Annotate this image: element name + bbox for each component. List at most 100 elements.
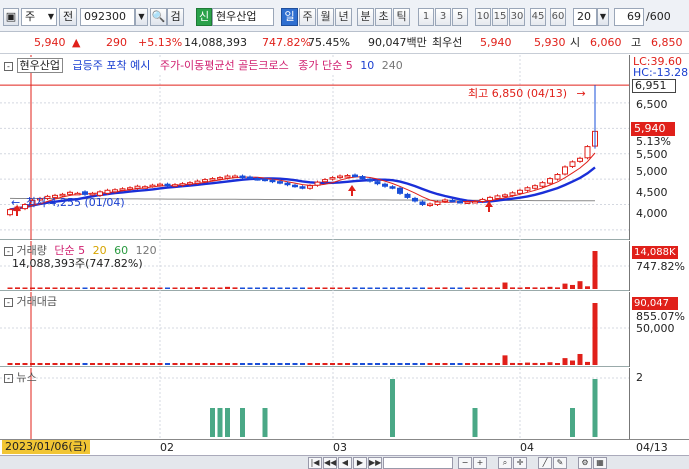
open-price: 6,060: [590, 36, 622, 49]
scroll-next-icon[interactable]: ▶: [353, 457, 367, 469]
amount-bar: [307, 363, 313, 365]
amount-chart[interactable]: [0, 292, 629, 367]
news-collapse-icon[interactable]: -: [4, 374, 13, 383]
candle-body: [217, 177, 223, 180]
volume-bar: [22, 287, 28, 289]
legend-ma-240: 240: [381, 59, 403, 72]
settings-icon[interactable]: ⚙: [578, 457, 592, 469]
candlestick-chart[interactable]: [0, 55, 629, 240]
interval-60[interactable]: 60: [550, 8, 566, 26]
market-type-select[interactable]: 주 ▼: [21, 8, 57, 26]
crosshair-icon[interactable]: ✛: [513, 457, 527, 469]
interval-45[interactable]: 45: [530, 8, 546, 26]
interval-10[interactable]: 10: [475, 8, 491, 26]
interval-input[interactable]: 20: [573, 8, 597, 26]
tab-daily[interactable]: 일: [281, 8, 298, 26]
volume-bar: [172, 287, 178, 289]
candle-body: [322, 179, 328, 183]
amount-bar: [135, 363, 140, 365]
amount-bar: [217, 363, 223, 365]
volume-bar: [487, 287, 493, 289]
volume-bar: [105, 287, 110, 289]
volume-bar: [405, 287, 410, 289]
chart-collapse-icon[interactable]: -: [4, 62, 13, 71]
tab-second[interactable]: 초: [375, 8, 392, 26]
volume-bar: [180, 287, 185, 289]
amount-bar: [270, 363, 275, 365]
interval-15[interactable]: 15: [492, 8, 508, 26]
amount-bar: [412, 363, 418, 365]
amount-collapse-icon[interactable]: -: [4, 298, 13, 307]
candle-body: [314, 181, 321, 186]
news-bar: [570, 408, 575, 437]
news-panel[interactable]: - 뉴스: [0, 368, 629, 439]
prev-button[interactable]: 전: [59, 8, 77, 26]
candle-body: [329, 177, 336, 180]
high-label: 고: [631, 36, 642, 49]
amount-bar: [60, 363, 65, 365]
amount-bar: [375, 363, 380, 365]
amount-panel[interactable]: - 거래대금: [0, 292, 629, 367]
y-tick-4000: 4,000: [636, 207, 668, 220]
chart-scrollbar[interactable]: |◀ ◀◀ ◀ ▶ ▶▶ − + ⌕ ✛ ╱ ✎ ⚙ ▦: [0, 455, 689, 469]
tab-yearly[interactable]: 년: [335, 8, 352, 26]
stock-code-input[interactable]: 092300: [80, 8, 135, 26]
volume-bar: [450, 287, 455, 289]
volume-bar: [292, 287, 298, 289]
new-listing-badge: 신: [196, 8, 212, 26]
volume-bar: [7, 287, 13, 289]
amount-bar: [435, 363, 440, 365]
code-dropdown-icon[interactable]: ▼: [135, 8, 148, 26]
candle-body: [224, 175, 231, 179]
scroll-next-page-icon[interactable]: ▶▶: [368, 457, 382, 469]
interval-30[interactable]: 30: [509, 8, 525, 26]
golden-cross-marker: [348, 185, 356, 196]
draw-tools-icon[interactable]: ✎: [553, 457, 567, 469]
amount-bar: [495, 363, 500, 365]
candle-body: [254, 178, 261, 181]
market-type-value: 주: [25, 10, 36, 23]
candle-body: [547, 178, 553, 184]
chart-menu-icon[interactable]: ▣: [3, 8, 19, 26]
scroll-first-icon[interactable]: |◀: [308, 457, 322, 469]
magnify-icon[interactable]: ⌕: [498, 457, 512, 469]
y-tick-5500: 5,500: [636, 148, 668, 161]
volume-bar: [90, 287, 95, 289]
zoom-out-icon[interactable]: −: [458, 457, 472, 469]
tab-minute[interactable]: 분: [357, 8, 374, 26]
volume-bar: [510, 287, 515, 289]
news-bar: [592, 379, 598, 437]
price-panel[interactable]: - 현우산업 급등주 포착 예시 주가-이동평균선 골든크로스 종가 단순 5 …: [0, 55, 629, 240]
interval-5[interactable]: 5: [452, 8, 468, 26]
volume-bar: [427, 287, 433, 289]
tab-tick[interactable]: 틱: [393, 8, 410, 26]
scroll-prev-page-icon[interactable]: ◀◀: [323, 457, 337, 469]
interval-3[interactable]: 3: [435, 8, 451, 26]
interval-dropdown-icon[interactable]: ▼: [597, 8, 609, 26]
volume-panel[interactable]: - 거래량 단순 5 20 60 120 14,088,393주(747.82%…: [0, 241, 629, 291]
left-arrow-icon: ←: [11, 196, 21, 209]
search-icon[interactable]: 🔍: [150, 8, 167, 26]
volume-bar: [337, 287, 343, 289]
amount-bar: [547, 362, 553, 365]
candle-body: [119, 188, 126, 191]
zoom-in-icon[interactable]: +: [473, 457, 487, 469]
candle-body: [562, 166, 568, 175]
volume-bar: [592, 251, 598, 289]
interval-1[interactable]: 1: [418, 8, 434, 26]
data-count-input[interactable]: 69: [614, 8, 644, 26]
draw-line-icon[interactable]: ╱: [538, 457, 552, 469]
volume-bar: [142, 287, 148, 289]
amount-bar: [442, 363, 448, 365]
scroll-prev-icon[interactable]: ◀: [338, 457, 352, 469]
tab-weekly[interactable]: 주: [299, 8, 316, 26]
scroll-thumb[interactable]: [383, 457, 453, 469]
news-chart[interactable]: [0, 368, 629, 439]
search-button[interactable]: 검: [167, 8, 184, 26]
legend-ma-5: 5: [345, 59, 353, 72]
amount-bar: [195, 363, 200, 365]
layout-icon[interactable]: ▦: [593, 457, 607, 469]
tab-monthly[interactable]: 월: [317, 8, 334, 26]
volume-bar: [157, 287, 163, 289]
volume-bar: [232, 287, 238, 289]
